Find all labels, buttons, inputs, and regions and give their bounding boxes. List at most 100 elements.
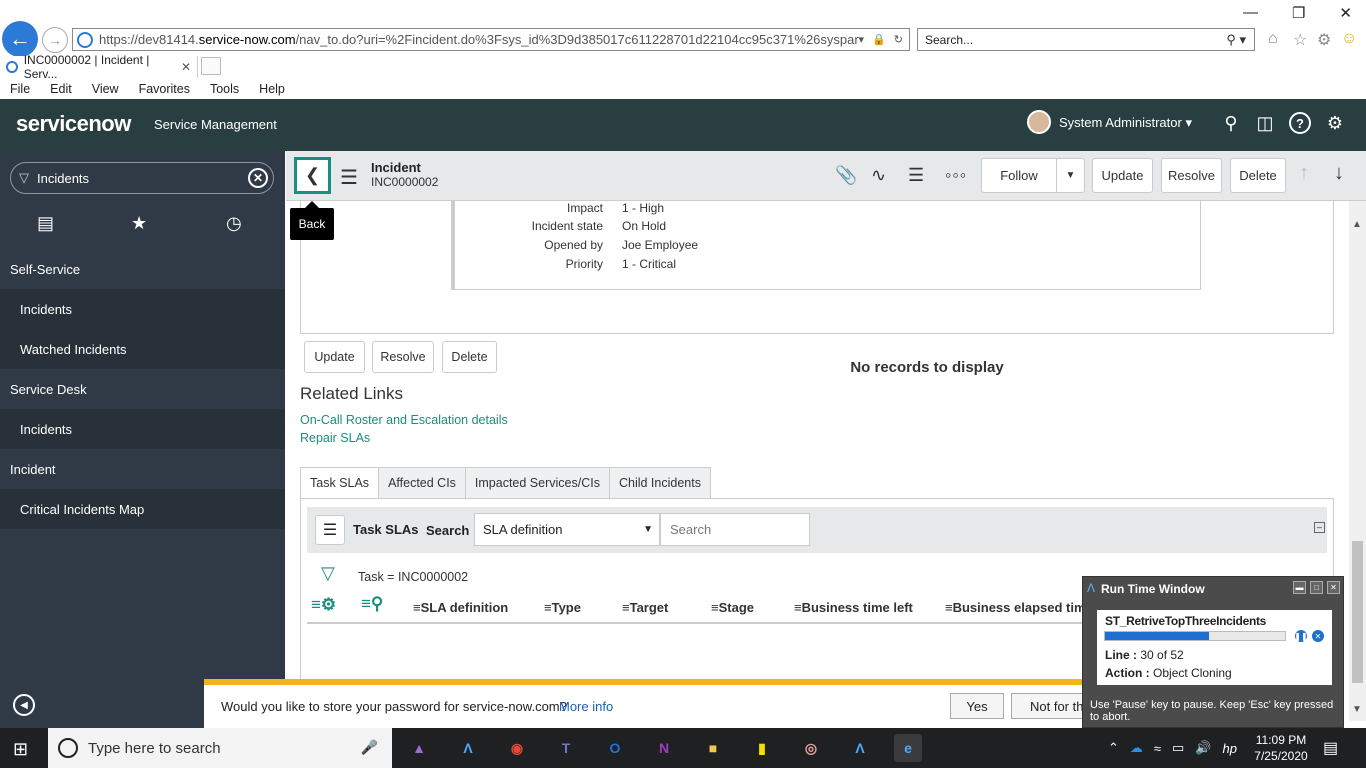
- smiley-icon[interactable]: ☺: [1341, 30, 1357, 48]
- vertical-scrollbar[interactable]: ▲ ▼: [1349, 201, 1366, 721]
- column-sla-definition[interactable]: SLA definition: [413, 600, 509, 615]
- paint-icon[interactable]: ◎: [797, 734, 825, 762]
- more-info-link[interactable]: More info: [559, 699, 613, 714]
- tab-task-slas[interactable]: Task SLAs: [300, 467, 380, 499]
- browser-forward-button[interactable]: →: [42, 27, 68, 53]
- close-tab-icon[interactable]: ✕: [181, 60, 191, 74]
- restore-icon[interactable]: ❐: [1292, 4, 1305, 22]
- internet-explorer-icon[interactable]: e: [894, 734, 922, 762]
- onenote-icon[interactable]: N: [650, 734, 678, 762]
- automation-anywhere-icon[interactable]: Λ: [846, 734, 874, 762]
- notifications-icon[interactable]: ▤: [1323, 738, 1338, 758]
- column-business-elapsed-time[interactable]: Business elapsed tim: [945, 600, 1086, 615]
- help-icon[interactable]: ?: [1289, 112, 1311, 134]
- list-search-input[interactable]: Search: [660, 513, 810, 546]
- favorites-star-icon[interactable]: ☆: [1293, 30, 1307, 50]
- dropdown-icon[interactable]: ▾: [859, 33, 865, 46]
- refresh-icon[interactable]: ↻: [894, 33, 903, 46]
- context-menu-icon[interactable]: ☰: [340, 165, 358, 190]
- nav-module-incidents[interactable]: Incidents: [0, 289, 285, 329]
- nav-section-service-desk[interactable]: Service Desk: [0, 369, 285, 409]
- menu-tools[interactable]: Tools: [200, 82, 249, 96]
- clear-filter-icon[interactable]: ✕: [248, 168, 268, 188]
- next-record-icon[interactable]: ↓: [1334, 162, 1344, 185]
- link-on-call-roster[interactable]: On-Call Roster and Escalation details: [300, 413, 508, 427]
- scroll-up-icon[interactable]: ▲: [1352, 219, 1362, 230]
- browser-search-box[interactable]: Search... ⚲ ▾: [917, 28, 1255, 51]
- list-search-icon[interactable]: ⚲: [361, 594, 383, 614]
- back-button[interactable]: ❮: [294, 157, 331, 194]
- more-options-icon[interactable]: ◦◦◦: [945, 165, 967, 186]
- follow-dropdown-icon[interactable]: ▼: [1056, 158, 1085, 193]
- visual-studio-icon[interactable]: ▲: [405, 734, 433, 762]
- address-bar[interactable]: https://dev81414.service-now.com/nav_to.…: [72, 28, 910, 51]
- servicenow-logo[interactable]: servicenow: [16, 111, 131, 137]
- maximize-icon[interactable]: □: [1310, 581, 1323, 594]
- nav-filter-input[interactable]: ▽ Incidents ✕: [10, 162, 274, 194]
- user-menu[interactable]: System Administrator ▾: [1059, 115, 1192, 131]
- tab-affected-cis[interactable]: Affected CIs: [378, 467, 466, 499]
- close-window-icon[interactable]: ✕: [1339, 4, 1352, 22]
- file-explorer-icon[interactable]: ■: [699, 734, 727, 762]
- browser-back-button[interactable]: ←: [2, 21, 38, 57]
- column-stage[interactable]: Stage: [711, 600, 754, 615]
- teams-icon[interactable]: T: [552, 734, 580, 762]
- settings-gear-icon[interactable]: ⚙: [1324, 112, 1346, 134]
- search-field-select[interactable]: SLA definition ▼: [474, 513, 660, 546]
- scroll-down-icon[interactable]: ▼: [1352, 704, 1362, 715]
- delete-button[interactable]: Delete: [1230, 158, 1286, 193]
- menu-help[interactable]: Help: [249, 82, 295, 96]
- nav-module-watched-incidents[interactable]: Watched Incidents: [0, 329, 285, 369]
- column-target[interactable]: Target: [622, 600, 669, 615]
- connect-chat-icon[interactable]: ◫: [1254, 112, 1276, 134]
- history-clock-icon[interactable]: ◷: [226, 213, 242, 234]
- minimize-icon[interactable]: ▬: [1293, 581, 1306, 594]
- yes-button[interactable]: Yes: [950, 693, 1004, 719]
- filter-icon[interactable]: ▽: [321, 563, 335, 584]
- menu-favorites[interactable]: Favorites: [129, 82, 200, 96]
- filter-breadcrumb[interactable]: Task = INC0000002: [358, 570, 468, 584]
- nav-module-incidents-desk[interactable]: Incidents: [0, 409, 285, 449]
- automation-anywhere-icon[interactable]: Λ: [454, 734, 482, 762]
- nav-module-critical-incidents-map[interactable]: Critical Incidents Map: [0, 489, 285, 529]
- battery-icon[interactable]: ▭: [1172, 740, 1184, 756]
- avatar[interactable]: [1027, 110, 1051, 134]
- collapse-nav-icon[interactable]: ◀: [13, 694, 35, 716]
- close-icon[interactable]: ✕: [1327, 581, 1340, 594]
- tab-impacted-services[interactable]: Impacted Services/CIs: [464, 467, 610, 499]
- system-clock[interactable]: 11:09 PM 7/25/2020: [1251, 732, 1311, 764]
- list-menu-icon[interactable]: ☰: [315, 515, 345, 545]
- menu-file[interactable]: File: [0, 82, 40, 96]
- scrollbar-thumb[interactable]: [1352, 541, 1363, 683]
- tab-child-incidents[interactable]: Child Incidents: [608, 467, 711, 499]
- resolve-button[interactable]: Resolve: [1161, 158, 1222, 193]
- minimize-icon[interactable]: —: [1243, 4, 1258, 22]
- show-hidden-icons-icon[interactable]: ⌃: [1108, 740, 1119, 756]
- settings-gear-icon[interactable]: ⚙: [1317, 30, 1331, 50]
- windows-start-icon[interactable]: ⊞: [13, 739, 28, 760]
- volume-icon[interactable]: 🔊: [1195, 740, 1211, 756]
- browser-tab[interactable]: INC0000002 | Incident | Serv... ✕: [0, 53, 198, 81]
- not-for-this-site-button[interactable]: Not for th: [1011, 693, 1091, 719]
- activity-icon[interactable]: ∿: [871, 165, 886, 186]
- personalize-icon[interactable]: ☰: [908, 165, 924, 186]
- home-icon[interactable]: ⌂: [1268, 30, 1278, 48]
- stop-icon[interactable]: ✕: [1312, 630, 1324, 642]
- update-button[interactable]: Update: [1092, 158, 1153, 193]
- follow-button[interactable]: Follow: [981, 158, 1057, 193]
- collapse-list-icon[interactable]: –: [1314, 522, 1325, 533]
- chrome-icon[interactable]: ◉: [503, 734, 531, 762]
- nav-section-incident[interactable]: Incident: [0, 449, 285, 489]
- pause-icon[interactable]: ❚❚: [1294, 630, 1308, 642]
- menu-edit[interactable]: Edit: [40, 82, 82, 96]
- global-search-icon[interactable]: ⚲: [1220, 112, 1242, 134]
- lock-icon[interactable]: 🔒: [872, 33, 886, 46]
- favorites-star-icon[interactable]: ★: [131, 213, 147, 234]
- all-apps-archive-icon[interactable]: ▤: [37, 213, 54, 234]
- search-icon[interactable]: ⚲ ▾: [1226, 32, 1246, 48]
- taskbar-search-box[interactable]: Type here to search 🎤: [48, 728, 392, 768]
- link-repair-slas[interactable]: Repair SLAs: [300, 431, 370, 445]
- list-settings-gear-icon[interactable]: ⚙: [311, 595, 336, 615]
- outlook-icon[interactable]: O: [601, 734, 629, 762]
- onedrive-icon[interactable]: ☁: [1130, 740, 1143, 756]
